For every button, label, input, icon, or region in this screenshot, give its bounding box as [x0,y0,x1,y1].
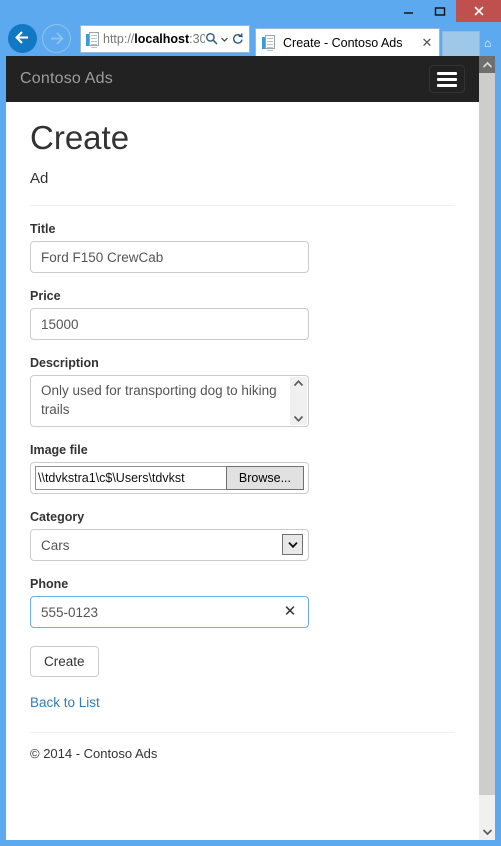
back-button[interactable] [8,24,37,53]
back-to-list-link[interactable]: Back to List [30,695,455,710]
clear-icon[interactable]: ✕ [281,602,299,620]
category-select-value[interactable]: Cars [30,529,309,562]
title-bar [0,0,501,22]
refresh-icon[interactable] [231,32,244,47]
divider-top [30,205,455,207]
description-scrollbar[interactable] [290,377,307,426]
create-button[interactable]: Create [30,646,99,678]
title-input[interactable] [30,241,309,274]
footer-text: © 2014 - Contoso Ads [30,746,158,762]
scrollbar-thumb[interactable] [479,73,495,795]
site-navbar: Contoso Ads [6,56,479,102]
maximize-button[interactable] [424,0,456,22]
field-group-image-file: Image file \\tdvkstra1\c$\Users\tdvkst B… [30,443,455,495]
minimize-button[interactable] [392,0,424,22]
field-group-description: Description Only used for transporting d… [30,356,455,428]
browser-toolbar: http://localhost:30351, Create - [0,22,501,56]
hamburger-menu-icon[interactable] [429,65,465,93]
label-image-file: Image file [30,443,88,458]
back-arrow-icon [15,31,28,44]
field-group-phone: Phone ✕ [30,577,455,629]
page-title: Create [30,119,130,156]
url-scheme: http:// [103,32,135,46]
chevron-down-icon [482,828,492,835]
divider-footer [30,732,455,734]
chevron-up-icon[interactable] [293,379,304,388]
chevron-up-icon [482,61,492,68]
browser-window: http://localhost:30351, Create - [0,0,501,846]
description-textarea-wrapper: Only used for transporting dog to hiking… [30,375,309,428]
scroll-up-button[interactable] [479,56,495,73]
phone-input[interactable] [30,596,309,629]
category-select[interactable]: Cars [30,529,309,562]
field-group-category: Category Cars [30,510,455,562]
forward-button[interactable] [42,24,71,53]
search-icon[interactable] [205,32,218,47]
tab-title: Create - Contoso Ads [283,35,403,50]
address-bar-url: http://localhost:30351, [103,32,205,46]
chevron-down-icon[interactable] [220,33,229,46]
forward-arrow-icon [51,32,64,45]
tab-close-icon[interactable]: ✕ [419,35,435,51]
chevron-down-icon[interactable] [293,414,304,423]
new-tab-button[interactable] [442,31,480,56]
window-controls [392,0,501,22]
description-textarea[interactable]: Only used for transporting dog to hiking… [30,375,309,428]
address-bar[interactable]: http://localhost:30351, [80,25,250,53]
page-scrollbar[interactable] [479,56,495,840]
field-group-price: Price [30,289,455,341]
close-button[interactable] [456,0,501,22]
tab-strip: Create - Contoso Ads ✕ ⌂ [255,25,501,56]
address-bar-icons [205,32,246,47]
label-title: Title [30,222,56,237]
file-input[interactable]: \\tdvkstra1\c$\Users\tdvkst Browse... [30,462,309,495]
page-subtitle: Ad [30,170,49,188]
label-category: Category [30,510,85,525]
browse-button[interactable]: Browse... [225,466,304,491]
web-page: Contoso Ads Create Ad Title Price [6,56,479,840]
label-description: Description [30,356,99,371]
minimize-icon [403,11,413,14]
close-icon [473,6,484,16]
tab-favicon-icon [262,35,275,51]
file-path-text[interactable]: \\tdvkstra1\c$\Users\tdvkst [35,466,226,491]
maximize-icon [434,6,446,16]
navbar-brand[interactable]: Contoso Ads [20,70,113,88]
url-rest: :30351, [189,32,205,46]
price-input[interactable] [30,308,309,341]
field-group-title: Title [30,222,455,274]
label-price: Price [30,289,61,304]
chevron-down-icon[interactable] [282,534,303,556]
page-container: Create Ad Title Price Description [6,119,479,762]
tab-create-contoso-ads[interactable]: Create - Contoso Ads ✕ [255,28,440,56]
scroll-down-button[interactable] [479,823,495,840]
phone-input-wrapper: ✕ [30,596,309,629]
toolbar-overflow-icon[interactable]: ⌂ [484,36,491,50]
url-host: localhost [134,32,190,46]
label-phone: Phone [30,577,69,592]
page-icon [86,31,99,48]
page-viewport: Contoso Ads Create Ad Title Price [6,56,495,840]
